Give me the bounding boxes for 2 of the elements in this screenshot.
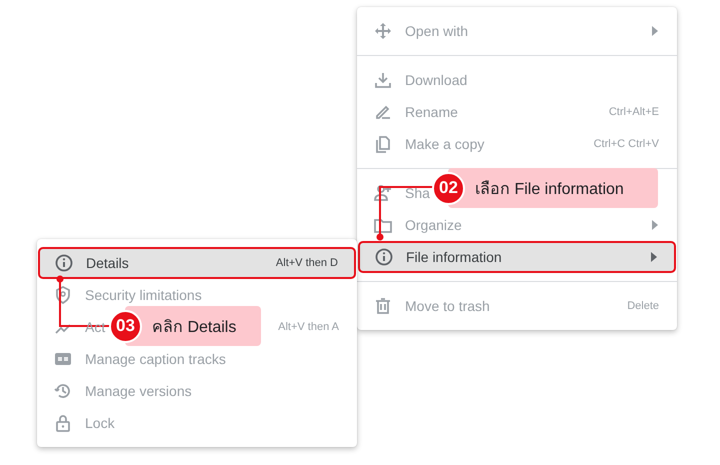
callout-text: เลือก File information: [475, 179, 624, 200]
callout-text: คลิก Details: [152, 318, 236, 338]
